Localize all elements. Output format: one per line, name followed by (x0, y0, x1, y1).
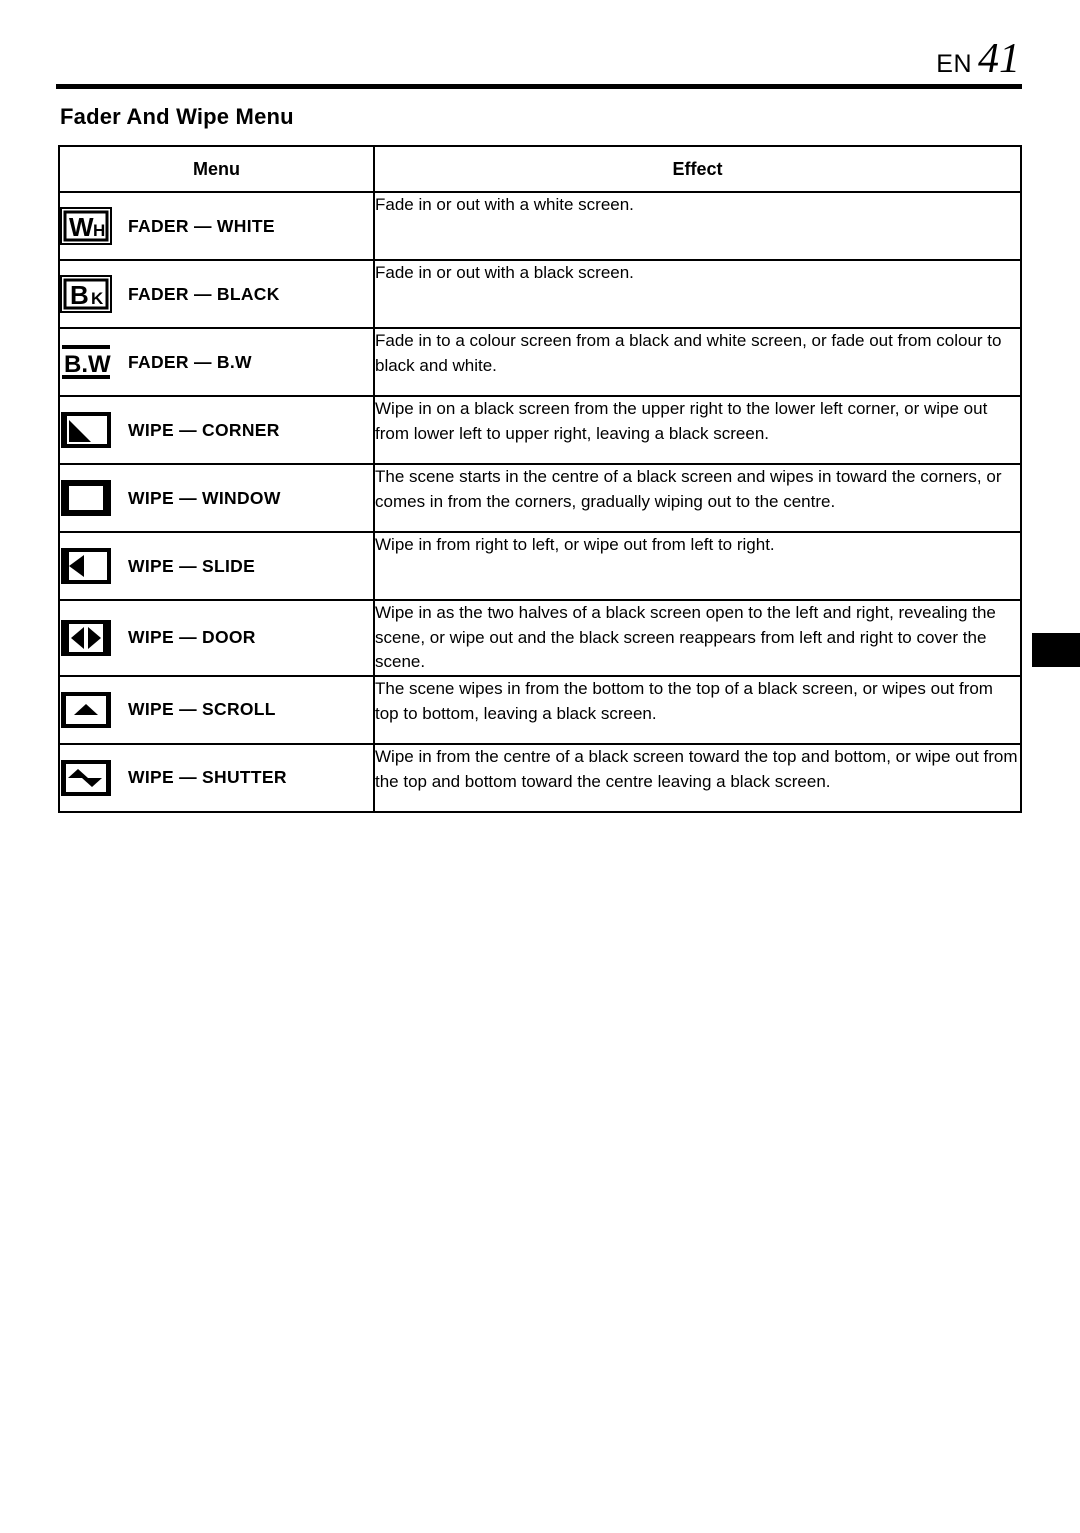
table-row: WIPE — WINDOW The scene starts in the ce… (58, 463, 1022, 533)
effect-text: The scene wipes in from the bottom to th… (375, 678, 993, 723)
fader-black-icon: B K (60, 275, 112, 313)
menu-label: WIPE — SCROLL (128, 699, 276, 720)
table-row: WIPE — SHUTTER Wipe in from the centre o… (58, 742, 1022, 813)
column-header-effect: Effect (373, 145, 1022, 193)
table-row: B K FADER — BLACK Fade in or out with a … (58, 259, 1022, 329)
menu-label: WIPE — CORNER (128, 419, 280, 440)
svg-text:K: K (91, 289, 104, 308)
effect-cell: The scene wipes in from the bottom to th… (373, 674, 1022, 745)
table-row: W H FADER — WHITE Fade in or out with a … (58, 191, 1022, 261)
header-divider (56, 84, 1022, 89)
table-row: WIPE — DOOR Wipe in as the two halves of… (58, 599, 1022, 677)
menu-label: FADER — WHITE (128, 215, 275, 236)
menu-cell: B K FADER — BLACK (58, 259, 375, 329)
menu-label: FADER — BLACK (128, 283, 280, 304)
svg-text:B: B (70, 280, 89, 310)
page-header: EN 41 (58, 38, 1020, 80)
svg-text:W: W (69, 212, 94, 242)
wipe-door-icon (60, 619, 112, 657)
effect-text: Wipe in on a black screen from the upper… (375, 399, 988, 443)
effect-text: Fade in or out with a white screen. (375, 195, 634, 214)
wipe-scroll-icon (60, 691, 112, 729)
svg-text:H: H (93, 221, 105, 240)
language-code: EN (936, 50, 972, 78)
effect-cell: Wipe in as the two halves of a black scr… (373, 599, 1022, 677)
table-header-row: Menu Effect (58, 145, 1022, 193)
effect-cell: Wipe in from the centre of a black scree… (373, 742, 1022, 813)
fader-bw-icon: B.W (60, 343, 112, 381)
table-row: B.W FADER — B.W Fade in to a colour scre… (58, 327, 1022, 397)
effect-cell: Fade in to a colour screen from a black … (373, 327, 1022, 397)
effect-text: Wipe in from right to left, or wipe out … (375, 535, 775, 554)
effect-text: Wipe in as the two halves of a black scr… (375, 603, 996, 672)
menu-cell: WIPE — DOOR (58, 599, 375, 677)
wipe-window-icon (60, 479, 112, 517)
wipe-shutter-icon (60, 759, 112, 797)
fader-white-icon: W H (60, 207, 112, 245)
menu-cell: WIPE — CORNER (58, 395, 375, 465)
effect-text: Fade in or out with a black screen. (375, 263, 634, 282)
menu-label: FADER — B.W (128, 351, 252, 372)
wipe-slide-icon (60, 547, 112, 585)
menu-label: WIPE — DOOR (128, 627, 256, 648)
effect-cell: Wipe in from right to left, or wipe out … (373, 531, 1022, 601)
table-row: WIPE — SCROLL The scene wipes in from th… (58, 674, 1022, 745)
table-row: WIPE — SLIDE Wipe in from right to left,… (58, 531, 1022, 601)
effect-cell: Fade in or out with a black screen. (373, 259, 1022, 329)
menu-cell: WIPE — SHUTTER (58, 742, 375, 813)
menu-cell: B.W FADER — B.W (58, 327, 375, 397)
menu-label: WIPE — WINDOW (128, 487, 281, 508)
menu-cell: WIPE — WINDOW (58, 463, 375, 533)
menu-cell: WIPE — SCROLL (58, 674, 375, 745)
effect-text: Wipe in from the centre of a black scree… (375, 746, 1018, 791)
page-edge-tab-marker (1032, 633, 1080, 667)
page-number: 41 (978, 36, 1020, 82)
fader-wipe-menu-table: Menu Effect W H FADER — WHITE Fade in or… (58, 145, 1022, 813)
effect-cell: Wipe in on a black screen from the upper… (373, 395, 1022, 465)
wipe-corner-icon (60, 411, 112, 449)
page-title: Fader And Wipe Menu (60, 104, 294, 129)
column-header-menu: Menu (58, 145, 375, 193)
effect-text: Fade in to a colour screen from a black … (375, 331, 1002, 375)
effect-text: The scene starts in the centre of a blac… (375, 467, 1002, 511)
effect-cell: Fade in or out with a white screen. (373, 191, 1022, 261)
effect-cell: The scene starts in the centre of a blac… (373, 463, 1022, 533)
menu-cell: WIPE — SLIDE (58, 531, 375, 601)
menu-label: WIPE — SLIDE (128, 555, 256, 576)
svg-text:B.W: B.W (64, 351, 111, 378)
menu-cell: W H FADER — WHITE (58, 191, 375, 261)
menu-label: WIPE — SHUTTER (128, 767, 287, 788)
table-row: WIPE — CORNER Wipe in on a black screen … (58, 395, 1022, 465)
